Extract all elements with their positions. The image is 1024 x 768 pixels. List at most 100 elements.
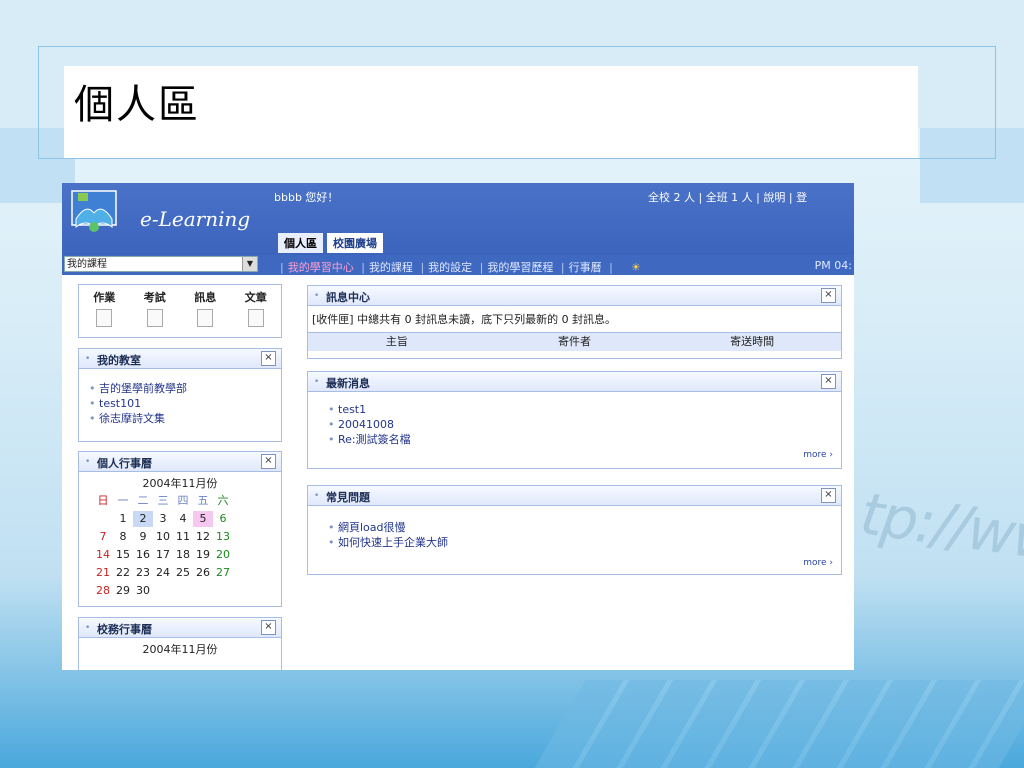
nav-my-courses[interactable]: 我的課程 bbox=[369, 261, 413, 274]
calendar-day[interactable]: 9 bbox=[133, 529, 153, 545]
keyboard-graphic bbox=[534, 680, 1024, 768]
document-icon bbox=[96, 309, 113, 327]
weekday-label: 六 bbox=[217, 494, 229, 507]
faq-title: 常見問題 bbox=[326, 491, 370, 504]
calendar-day[interactable]: 23 bbox=[133, 565, 153, 581]
weekday-label: 二 bbox=[137, 494, 149, 507]
close-icon[interactable]: × bbox=[821, 288, 836, 303]
calendar-day[interactable]: 17 bbox=[153, 547, 173, 563]
faq-item[interactable]: 如何快速上手企業大師 bbox=[328, 536, 448, 549]
news-item[interactable]: 20041008 bbox=[328, 418, 394, 431]
news-item[interactable]: test1 bbox=[328, 403, 366, 416]
nav-my-settings[interactable]: 我的設定 bbox=[428, 261, 472, 274]
bullet-icon: • bbox=[314, 377, 320, 387]
calendar-day[interactable]: 7 bbox=[93, 529, 113, 545]
calendar-day[interactable]: 21 bbox=[93, 565, 113, 581]
document-icon bbox=[197, 309, 214, 327]
classroom-item[interactable]: test101 bbox=[89, 397, 141, 410]
calendar-month: 2004年11月份 bbox=[142, 477, 218, 490]
chevron-down-icon: ▼ bbox=[242, 257, 257, 271]
calendar-day bbox=[93, 511, 113, 527]
calendar-day[interactable]: 11 bbox=[173, 529, 193, 545]
weekday-label: 一 bbox=[117, 494, 129, 507]
close-icon[interactable]: × bbox=[821, 488, 836, 503]
tool-article[interactable]: 文章 bbox=[245, 289, 267, 327]
faq-item[interactable]: 網頁load很慢 bbox=[328, 521, 406, 534]
calendar-day bbox=[193, 583, 213, 599]
calendar-day[interactable]: 29 bbox=[113, 583, 133, 599]
bullet-icon: • bbox=[314, 491, 320, 501]
calendar-day[interactable]: 14 bbox=[93, 547, 113, 563]
personal-calendar-widget: • 個人行事曆 × 2004年11月份 日 一 二 三 四 五 六 1 2 3 … bbox=[78, 451, 282, 607]
document-icon bbox=[146, 309, 163, 327]
my-classroom-widget: • 我的教室 × 吉的堡學前教學部 test101 徐志摩詩文集 bbox=[78, 348, 282, 442]
close-icon[interactable]: × bbox=[821, 374, 836, 389]
school-calendar-title: 校務行事曆 bbox=[97, 623, 152, 636]
nav-links: | 我的學習中心 | 我的課程 | 我的設定 | 我的學習歷程 | 行事曆 | ☀ bbox=[280, 261, 641, 274]
message-table-header: 主旨 寄件者 寄送時間 bbox=[308, 332, 841, 351]
calendar-day[interactable]: 1 bbox=[113, 511, 133, 527]
message-summary: [收件匣] 中總共有 0 封訊息未讀，底下只列最新的 0 封訊息。 bbox=[312, 313, 617, 326]
calendar-day[interactable]: 27 bbox=[213, 565, 233, 581]
calendar-day[interactable]: 30 bbox=[133, 583, 153, 599]
calendar-day-highlight[interactable]: 5 bbox=[193, 511, 213, 527]
nav-learning-center[interactable]: 我的學習中心 bbox=[288, 261, 354, 274]
tool-exam[interactable]: 考試 bbox=[144, 289, 166, 327]
calendar-day[interactable]: 24 bbox=[153, 565, 173, 581]
calendar-day[interactable]: 25 bbox=[173, 565, 193, 581]
bullet-icon: • bbox=[85, 457, 91, 467]
column-subject[interactable]: 主旨 bbox=[308, 333, 486, 351]
faq-more-link[interactable]: more › bbox=[803, 558, 833, 568]
nav-calendar[interactable]: 行事曆 bbox=[569, 261, 602, 274]
clock-text: PM 04: bbox=[814, 259, 852, 272]
tool-message[interactable]: 訊息 bbox=[194, 289, 216, 327]
greeting-text: bbbb 您好！ bbox=[274, 191, 339, 204]
book-logo-icon bbox=[71, 190, 117, 232]
classroom-item[interactable]: 吉的堡學前教學部 bbox=[89, 382, 187, 395]
tab-campus-square[interactable]: 校園廣場 bbox=[327, 233, 383, 253]
news-item[interactable]: Re:測試簽名檔 bbox=[328, 433, 411, 446]
calendar-day bbox=[213, 583, 233, 599]
bullet-icon: • bbox=[85, 623, 91, 633]
bullet-icon: • bbox=[85, 354, 91, 364]
personal-calendar-title: 個人行事曆 bbox=[97, 457, 152, 470]
calendar-day[interactable]: 20 bbox=[213, 547, 233, 563]
tab-personal[interactable]: 個人區 bbox=[278, 233, 323, 253]
document-icon bbox=[247, 309, 264, 327]
calendar-day[interactable]: 10 bbox=[153, 529, 173, 545]
close-icon[interactable]: × bbox=[261, 454, 276, 469]
calendar-month: 2004年11月份 bbox=[142, 643, 218, 656]
calendar-day[interactable]: 16 bbox=[133, 547, 153, 563]
classroom-item[interactable]: 徐志摩詩文集 bbox=[89, 412, 165, 425]
course-select[interactable]: 我的課程 ▼ bbox=[64, 256, 258, 272]
latest-news-title: 最新消息 bbox=[326, 377, 370, 390]
calendar-day[interactable]: 4 bbox=[173, 511, 193, 527]
calendar-day[interactable]: 28 bbox=[93, 583, 113, 599]
calendar-day[interactable]: 12 bbox=[193, 529, 213, 545]
column-sent-time[interactable]: 寄送時間 bbox=[663, 333, 841, 351]
calendar-day[interactable]: 22 bbox=[113, 565, 133, 581]
calendar-day bbox=[173, 583, 193, 599]
close-icon[interactable]: × bbox=[261, 351, 276, 366]
nav-learning-history[interactable]: 我的學習歷程 bbox=[487, 261, 553, 274]
calendar-day[interactable]: 8 bbox=[113, 529, 133, 545]
weekday-label: 日 bbox=[97, 494, 109, 507]
tools-box: 作業 考試 訊息 文章 bbox=[78, 284, 282, 338]
tool-homework[interactable]: 作業 bbox=[93, 289, 115, 327]
logo[interactable]: e-Learning bbox=[70, 189, 280, 241]
calendar-day[interactable]: 18 bbox=[173, 547, 193, 563]
calendar-day[interactable]: 26 bbox=[193, 565, 213, 581]
calendar-day[interactable]: 6 bbox=[213, 511, 233, 527]
news-more-link[interactable]: more › bbox=[803, 450, 833, 460]
calendar-day[interactable]: 3 bbox=[153, 511, 173, 527]
column-sender[interactable]: 寄件者 bbox=[486, 333, 664, 351]
top-links[interactable]: 全校 2 人 | 全班 1 人 | 說明 | 登 bbox=[648, 189, 807, 205]
calendar-day-today[interactable]: 2 bbox=[133, 511, 153, 527]
calendar-day[interactable]: 13 bbox=[213, 529, 233, 545]
close-icon[interactable]: × bbox=[261, 620, 276, 635]
calendar-day[interactable]: 19 bbox=[193, 547, 213, 563]
weekday-label: 三 bbox=[157, 494, 169, 507]
calendar-grid: 日 一 二 三 四 五 六 1 2 3 4 5 6 7 8 9 10 11 12… bbox=[93, 493, 281, 599]
main-tabs: 個人區 校園廣場 bbox=[278, 233, 383, 253]
calendar-day[interactable]: 15 bbox=[113, 547, 133, 563]
